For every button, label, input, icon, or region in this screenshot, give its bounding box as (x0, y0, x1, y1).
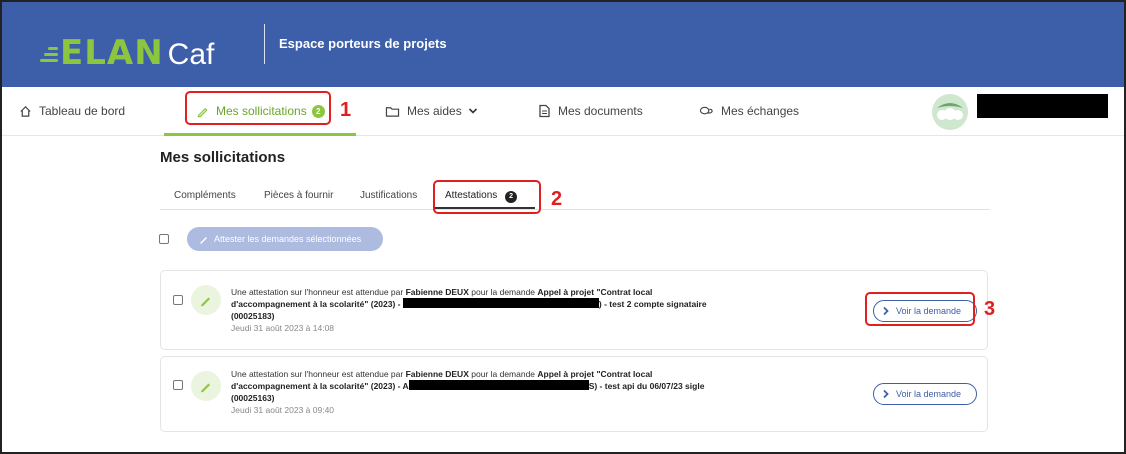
tab-bar: Compléments Pièces à fournir Justificati… (160, 184, 990, 210)
request-id: (00025163) (231, 393, 275, 403)
document-icon (539, 104, 550, 118)
nav-item-mes-documents[interactable]: Mes documents (538, 88, 643, 134)
pencil-icon (201, 297, 210, 307)
nav-item-label: Mes échanges (721, 104, 800, 118)
chat-icon (699, 106, 713, 114)
request-title-1: Appel à projet "Contrat local (537, 287, 653, 297)
space-title: Espace porteurs de projets (279, 36, 447, 51)
request-checkbox[interactable] (173, 295, 183, 305)
tab-complements[interactable]: Compléments (174, 190, 236, 201)
chevron-right-icon (883, 389, 889, 399)
request-card: Une attestation sur l'honneur est attend… (160, 356, 988, 432)
attest-selected-label: Attester les demandes sélectionnées (214, 234, 362, 244)
request-person: Fabienne DEUX (405, 287, 469, 297)
nav-item-tableau-de-bord[interactable]: Tableau de bord (19, 88, 125, 134)
nav-active-indicator (164, 133, 356, 136)
redacted-username[interactable] (977, 94, 1108, 118)
redacted-text (408, 380, 589, 390)
page-title: Mes sollicitations (160, 149, 286, 166)
username-subtitle-redacted (977, 116, 1124, 128)
voir-demande-label: Voir la demande (896, 389, 962, 399)
annotation-box-2 (433, 180, 541, 214)
request-type-icon (191, 285, 221, 315)
request-tail: ) - test 2 compte signataire (598, 299, 707, 309)
header-divider (264, 24, 265, 64)
annotation-number-3: 3 (984, 298, 996, 320)
request-card: Une attestation sur l'honneur est attend… (160, 270, 988, 350)
nav-item-label: Mes documents (558, 104, 643, 118)
request-person: Fabienne DEUX (405, 369, 469, 379)
nav-item-mes-aides[interactable]: Mes aides (385, 88, 478, 134)
request-tail: S) - test api du 06/07/23 sigle (588, 381, 705, 391)
request-title-2: d'accompagnement à la scolarité" (2023) … (231, 299, 401, 309)
annotation-box-3 (865, 292, 975, 326)
home-icon (20, 105, 31, 117)
user-avatar-icon (932, 94, 968, 130)
request-description: Une attestation sur l'honneur est attend… (231, 368, 791, 416)
request-text-mid: pour la demande (468, 369, 538, 379)
pencil-icon (200, 237, 207, 244)
request-date: Jeudi 31 août 2023 à 09:40 (231, 405, 335, 415)
folder-icon (385, 106, 400, 117)
request-date: Jeudi 31 août 2023 à 14:08 (231, 323, 335, 333)
app-window: ELAN Caf Espace porteurs de projets Tabl… (0, 0, 1126, 454)
request-text-prefix: Une attestation sur l'honneur est attend… (231, 369, 406, 379)
logo-main-text: ELAN (60, 33, 164, 73)
nav-item-label: Mes aides (407, 104, 462, 118)
redacted-text (402, 298, 599, 308)
select-all-checkbox[interactable] (159, 234, 169, 244)
attest-selected-button[interactable]: Attester les demandes sélectionnées (187, 227, 383, 251)
nav-item-label: Tableau de bord (39, 104, 126, 118)
annotation-number-1: 1 (340, 99, 352, 121)
chevron-down-icon (468, 108, 477, 114)
request-text-mid: pour la demande (468, 287, 538, 297)
pencil-icon (201, 383, 210, 393)
voir-demande-button[interactable]: Voir la demande (873, 383, 977, 405)
logo-lines-icon (40, 42, 58, 64)
request-description: Une attestation sur l'honneur est attend… (231, 286, 791, 334)
top-header: ELAN Caf Espace porteurs de projets (2, 2, 1124, 87)
avatar[interactable] (932, 94, 968, 130)
tab-justifications[interactable]: Justifications (360, 190, 417, 201)
request-checkbox[interactable] (173, 380, 183, 390)
request-type-icon (191, 371, 221, 401)
request-id: (00025183) (231, 311, 275, 321)
request-title-2: d'accompagnement à la scolarité" (2023) … (231, 381, 409, 391)
annotation-number-2: 2 (551, 188, 563, 210)
annotation-box-1 (185, 91, 331, 125)
logo-sub-text: Caf (167, 38, 215, 71)
tab-pieces-a-fournir[interactable]: Pièces à fournir (264, 190, 333, 201)
elan-caf-logo[interactable]: ELAN Caf (40, 20, 214, 70)
nav-item-mes-echanges[interactable]: Mes échanges (699, 88, 799, 134)
request-title-1: Appel à projet "Contrat local (537, 369, 653, 379)
request-text-prefix: Une attestation sur l'honneur est attend… (231, 287, 406, 297)
